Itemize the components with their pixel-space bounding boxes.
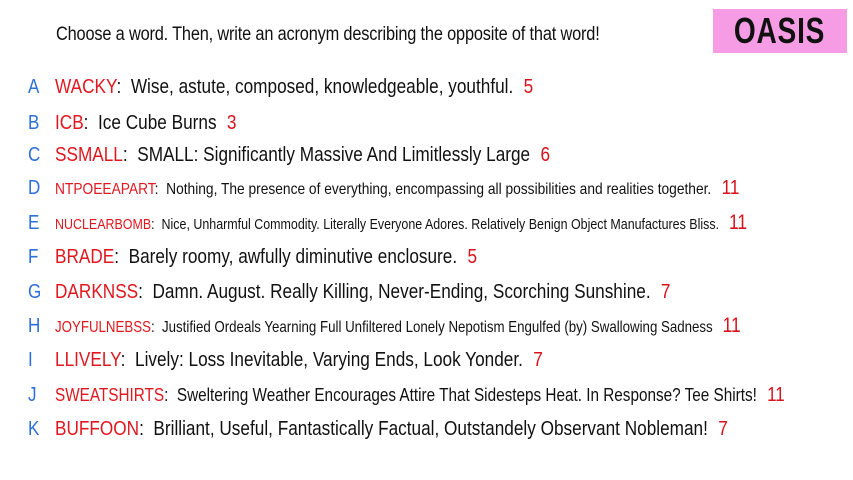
entry-count: 11 <box>722 314 741 337</box>
entry-word: DARKNSS <box>55 280 139 303</box>
entry-definition: Ice Cube Burns <box>98 111 217 134</box>
entry-letter: C <box>28 143 41 166</box>
entry-content: ICB: Ice Cube Burns 3 <box>55 112 236 135</box>
entry-word: SWEATSHIRTS <box>55 384 165 405</box>
entry-content: NUCLEARBOMB: Nice, Unharmful Commodity. … <box>55 211 747 235</box>
entry-content: DARKNSS: Damn. August. Really Killing, N… <box>55 281 671 304</box>
entry-content: BRADE: Barely roomy, awfully diminutive … <box>55 246 477 269</box>
entry-letter: F <box>28 245 39 268</box>
entry-row-f: F BRADE: Barely roomy, awfully diminutiv… <box>28 243 546 271</box>
entry-letter: A <box>28 75 40 98</box>
entry-colon: : <box>116 75 131 98</box>
entry-letter: J <box>28 383 37 406</box>
entry-row-c: C SSMALL: SMALL: Significantly Massive A… <box>28 141 631 169</box>
entry-count: 7 <box>533 348 543 371</box>
entry-definition: Justified Ordeals Yearning Full Unfilter… <box>162 319 713 336</box>
entry-count: 5 <box>523 75 534 98</box>
entry-colon: : <box>164 384 177 405</box>
entry-word: NUCLEARBOMB <box>55 216 152 233</box>
entry-definition: Sweltering Weather Encourages Attire Tha… <box>176 384 757 405</box>
entry-word: ICB <box>55 111 84 134</box>
entry-colon: : <box>120 348 136 371</box>
entry-letter: G <box>28 280 42 303</box>
entry-content: NTPOEEAPART: Nothing, The presence of ev… <box>55 177 739 200</box>
entry-colon: : <box>154 180 167 198</box>
entry-word: BRADE <box>55 245 115 268</box>
entry-row-j: J SWEATSHIRTS: Sweltering Weather Encour… <box>28 381 853 409</box>
entry-colon: : <box>150 319 163 336</box>
entry-row-b: B ICB: Ice Cube Burns 3 <box>28 109 266 137</box>
entry-letter: D <box>28 176 41 199</box>
entry-colon: : <box>122 143 138 166</box>
entry-word: SSMALL <box>55 143 123 166</box>
entry-content: SWEATSHIRTS: Sweltering Weather Encourag… <box>55 384 785 407</box>
entry-content: JOYFULNEBSS: Justified Ordeals Yearning … <box>55 314 741 338</box>
entry-definition: Wise, astute, composed, knowledgeable, y… <box>130 75 514 98</box>
entry-list: A WACKY: Wise, astute, composed, knowled… <box>0 0 853 480</box>
entry-row-i: I LLIVELY: Lively: Loss Inevitable, Vary… <box>28 346 622 374</box>
entry-word: JOYFULNEBSS <box>55 319 151 336</box>
entry-definition: Nothing, The presence of everything, enc… <box>166 180 712 198</box>
entry-word: NTPOEEAPART <box>55 180 155 198</box>
entry-letter: H <box>28 314 41 337</box>
entry-colon: : <box>114 245 129 268</box>
entry-definition: Lively: Loss Inevitable, Varying Ends, L… <box>135 348 523 371</box>
entry-letter: E <box>28 211 40 234</box>
entry-count: 5 <box>467 245 478 268</box>
entry-word: LLIVELY <box>55 348 121 371</box>
entry-row-k: K BUFFOON: Brilliant, Useful, Fantastica… <box>28 415 837 443</box>
entry-definition: SMALL: Significantly Massive And Limitle… <box>137 143 531 166</box>
entry-letter: K <box>28 417 40 440</box>
entry-content: SSMALL: SMALL: Significantly Massive And… <box>55 144 550 167</box>
entry-word: WACKY <box>55 75 117 98</box>
entry-content: LLIVELY: Lively: Loss Inevitable, Varyin… <box>55 349 543 372</box>
entry-definition: Brilliant, Useful, Fantastically Factual… <box>153 417 708 440</box>
entry-count: 11 <box>728 211 748 234</box>
entry-word: BUFFOON <box>55 417 140 440</box>
entry-count: 6 <box>540 143 551 166</box>
entry-row-h: H JOYFULNEBSS: Justified Ordeals Yearnin… <box>28 312 853 340</box>
entry-row-a: A WACKY: Wise, astute, composed, knowled… <box>28 73 611 101</box>
entry-colon: : <box>138 280 153 303</box>
entry-count: 7 <box>718 417 728 440</box>
entry-content: WACKY: Wise, astute, composed, knowledge… <box>55 76 533 99</box>
entry-definition: Barely roomy, awfully diminutive enclosu… <box>128 245 458 268</box>
entry-row-g: G DARKNSS: Damn. August. Really Killing,… <box>28 278 771 306</box>
entry-count: 3 <box>226 111 237 134</box>
entry-count: 11 <box>721 176 740 199</box>
entry-count: 11 <box>767 383 785 406</box>
entry-colon: : <box>139 417 154 440</box>
entry-row-d: D NTPOEEAPART: Nothing, The presence of … <box>28 174 851 202</box>
entry-content: BUFFOON: Brilliant, Useful, Fantasticall… <box>55 418 728 441</box>
entry-colon: : <box>151 216 162 233</box>
entry-definition: Damn. August. Really Killing, Never-Endi… <box>152 280 651 303</box>
entry-letter: B <box>28 111 40 134</box>
entry-definition: Nice, Unharmful Commodity. Literally Eve… <box>161 216 720 233</box>
entry-count: 7 <box>660 280 671 303</box>
entry-colon: : <box>83 111 99 134</box>
entry-letter: I <box>28 348 33 371</box>
entry-row-e: E NUCLEARBOMB: Nice, Unharmful Commodity… <box>28 209 853 237</box>
